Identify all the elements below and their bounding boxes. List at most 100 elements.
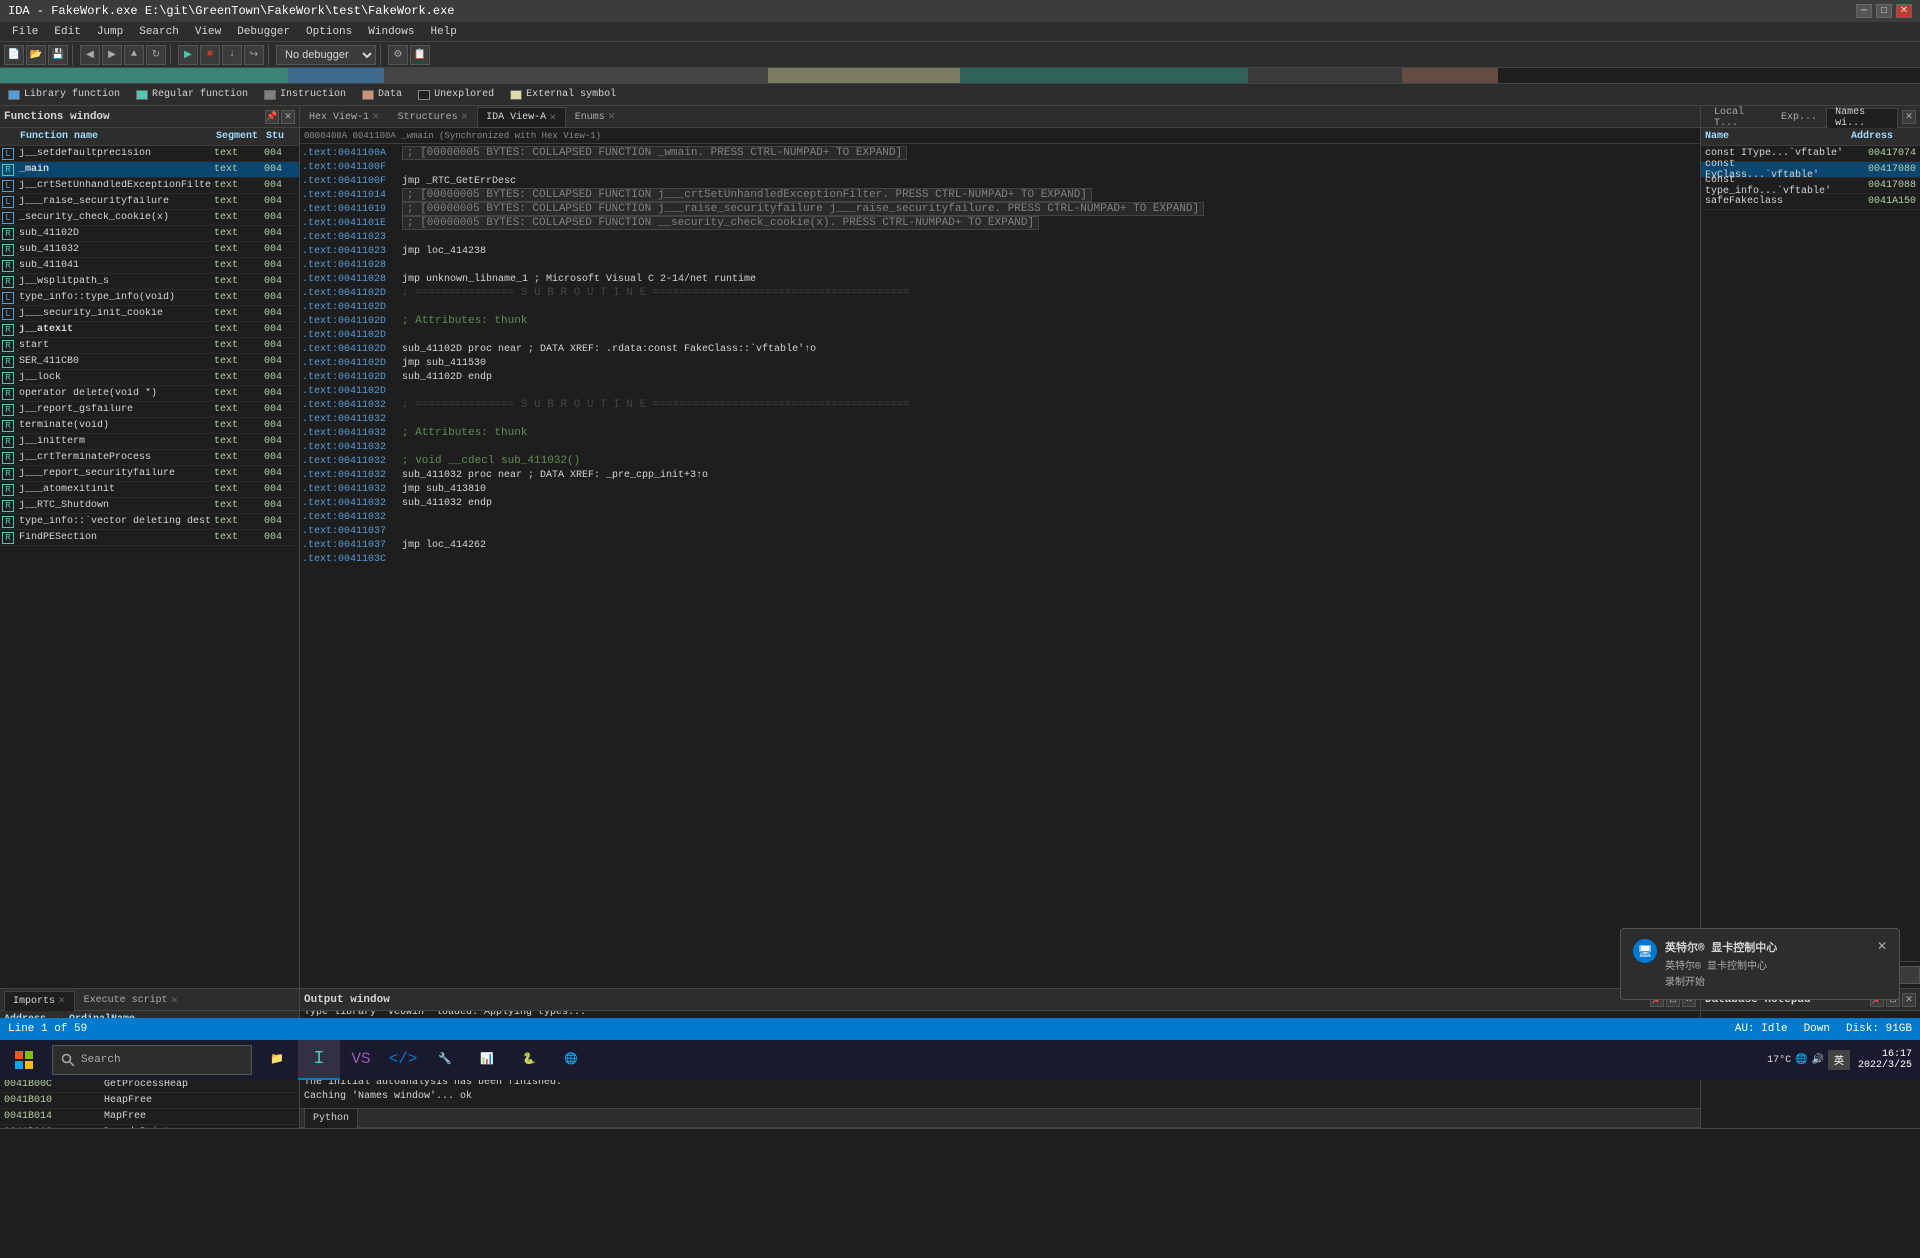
code-collapsed-3[interactable]: ; [00000005 BYTES: COLLAPSED FUNCTION j_…: [402, 188, 1092, 202]
function-row-8[interactable]: R j__wsplitpath_s text 004: [0, 274, 299, 290]
code-line-26[interactable]: .text:00411032: [302, 510, 1698, 524]
tab-ida-view[interactable]: IDA View-A ✕: [477, 107, 566, 127]
function-row-16[interactable]: R j__report_gsfailure text 004: [0, 402, 299, 418]
code-line-4[interactable]: .text:00411019; [00000005 BYTES: COLLAPS…: [302, 202, 1698, 216]
tab-enums-close[interactable]: ✕: [608, 112, 616, 122]
code-line-27[interactable]: .text:00411037: [302, 524, 1698, 538]
code-line-21[interactable]: .text:00411032: [302, 440, 1698, 454]
function-row-12[interactable]: R start text 004: [0, 338, 299, 354]
tab-structures-close[interactable]: ✕: [461, 112, 469, 122]
function-row-3[interactable]: L j___raise_securityfailure text 004: [0, 194, 299, 210]
code-line-22[interactable]: .text:00411032; void __cdecl sub_411032(…: [302, 454, 1698, 468]
code-line-15[interactable]: .text:0041102D jmp sub_411530: [302, 356, 1698, 370]
function-row-17[interactable]: R terminate(void) text 004: [0, 418, 299, 434]
minimize-button[interactable]: ─: [1856, 4, 1872, 18]
legend-external-symbol[interactable]: External symbol: [510, 89, 616, 100]
code-line-8[interactable]: .text:00411028: [302, 258, 1698, 272]
code-line-11[interactable]: .text:0041102D: [302, 300, 1698, 314]
function-row-23[interactable]: R type_info::`vector deleting destructor…: [0, 514, 299, 530]
function-row-24[interactable]: R FindPESection text 004: [0, 530, 299, 546]
function-row-6[interactable]: R sub_411032 text 004: [0, 242, 299, 258]
taskbar-lang-indicator[interactable]: 英: [1828, 1050, 1850, 1070]
code-line-5[interactable]: .text:0041101E; [00000005 BYTES: COLLAPS…: [302, 216, 1698, 230]
tab-exports[interactable]: Exp...: [1772, 108, 1826, 128]
code-line-12[interactable]: .text:0041102D; Attributes: thunk: [302, 314, 1698, 328]
functions-close[interactable]: ✕: [281, 110, 295, 124]
function-row-13[interactable]: R SER_411CB0 text 004: [0, 354, 299, 370]
code-line-10[interactable]: .text:0041102D; =============== S U B R …: [302, 286, 1698, 300]
function-row-19[interactable]: R j__crtTerminateProcess text 004: [0, 450, 299, 466]
legend-data[interactable]: Data: [362, 89, 402, 100]
tab-hex-close[interactable]: ✕: [372, 112, 380, 122]
functions-pin[interactable]: 📌: [265, 110, 279, 124]
taskbar-search[interactable]: Search: [52, 1045, 252, 1075]
tb-back[interactable]: ◀: [80, 45, 100, 65]
function-row-7[interactable]: R sub_411041 text 004: [0, 258, 299, 274]
tb-step[interactable]: ↓: [222, 45, 242, 65]
code-line-23[interactable]: .text:00411032sub_411032 proc near ; DAT…: [302, 468, 1698, 482]
menu-edit[interactable]: Edit: [46, 24, 88, 40]
code-line-16[interactable]: .text:0041102Dsub_41102D endp: [302, 370, 1698, 384]
code-collapsed-4[interactable]: ; [00000005 BYTES: COLLAPSED FUNCTION j_…: [402, 202, 1204, 216]
import-row-6[interactable]: 0041B018 DecodePointer: [0, 1125, 299, 1128]
tb-refresh[interactable]: ↻: [146, 45, 166, 65]
function-row-4[interactable]: L _security_check_cookie(x) text 004: [0, 210, 299, 226]
taskbar-app6[interactable]: 📊: [466, 1040, 508, 1080]
legend-reg-function[interactable]: Regular function: [136, 89, 248, 100]
code-line-28[interactable]: .text:00411037 jmp loc_414262: [302, 538, 1698, 552]
menu-view[interactable]: View: [187, 24, 229, 40]
notif-close-button[interactable]: ✕: [1877, 939, 1887, 954]
code-line-14[interactable]: .text:0041102Dsub_41102D proc near ; DAT…: [302, 342, 1698, 356]
tb-up[interactable]: ▲: [124, 45, 144, 65]
tab-local-types[interactable]: Local T...: [1705, 108, 1772, 128]
tb-misc2[interactable]: 📋: [410, 45, 430, 65]
function-row-22[interactable]: R j__RTC_Shutdown text 004: [0, 498, 299, 514]
import-row-4[interactable]: 0041B010 HeapFree: [0, 1093, 299, 1109]
code-line-24[interactable]: .text:00411032 jmp sub_413810: [302, 482, 1698, 496]
code-line-7[interactable]: .text:00411023 jmp loc_414238: [302, 244, 1698, 258]
function-row-1[interactable]: R _main text 004: [0, 162, 299, 178]
import-row-5[interactable]: 0041B014 MapFree: [0, 1109, 299, 1125]
legend-unexplored[interactable]: Unexplored: [418, 89, 494, 100]
tab-execute-script[interactable]: Execute script ✕: [75, 991, 188, 1011]
taskbar-ida-app[interactable]: I: [298, 1040, 340, 1080]
function-row-14[interactable]: R j__lock text 004: [0, 370, 299, 386]
legend-instruction[interactable]: Instruction: [264, 89, 346, 100]
function-row-9[interactable]: L type_info::type_info(void) text 004: [0, 290, 299, 306]
db-notepad-close[interactable]: ✕: [1902, 993, 1916, 1007]
tab-enums[interactable]: Enums ✕: [566, 107, 625, 127]
function-row-5[interactable]: R sub_41102D text 004: [0, 226, 299, 242]
taskbar-app5[interactable]: 🔧: [424, 1040, 466, 1080]
taskbar-app8[interactable]: 🌐: [550, 1040, 592, 1080]
code-collapsed-5[interactable]: ; [00000005 BYTES: COLLAPSED FUNCTION __…: [402, 216, 1039, 230]
menu-jump[interactable]: Jump: [89, 24, 131, 40]
function-row-10[interactable]: L j___security_init_cookie text 004: [0, 306, 299, 322]
tb-misc1[interactable]: ⚙: [388, 45, 408, 65]
code-line-25[interactable]: .text:00411032sub_411032 endp: [302, 496, 1698, 510]
taskbar-app7[interactable]: 🐍: [508, 1040, 550, 1080]
code-line-0[interactable]: .text:0041100A; [00000005 BYTES: COLLAPS…: [302, 146, 1698, 160]
tb-stop[interactable]: ■: [200, 45, 220, 65]
function-row-18[interactable]: R j__initterm text 004: [0, 434, 299, 450]
code-line-17[interactable]: .text:0041102D: [302, 384, 1698, 398]
code-line-9[interactable]: .text:00411028 jmp unknown_libname_1 ; M…: [302, 272, 1698, 286]
tab-execute-script-close[interactable]: ✕: [171, 996, 179, 1006]
tb-run[interactable]: ▶: [178, 45, 198, 65]
code-area[interactable]: .text:0041100A; [00000005 BYTES: COLLAPS…: [300, 144, 1700, 988]
code-line-29[interactable]: .text:0041103C: [302, 552, 1698, 566]
code-collapsed-0[interactable]: ; [00000005 BYTES: COLLAPSED FUNCTION _w…: [402, 146, 907, 160]
tab-ida-close[interactable]: ✕: [549, 113, 557, 123]
function-row-0[interactable]: L j__setdefaultprecision text 004: [0, 146, 299, 162]
menu-windows[interactable]: Windows: [360, 24, 422, 40]
menu-help[interactable]: Help: [422, 24, 464, 40]
tab-imports-close[interactable]: ✕: [58, 996, 66, 1006]
tab-imports[interactable]: Imports ✕: [4, 991, 75, 1011]
menu-options[interactable]: Options: [298, 24, 360, 40]
code-line-20[interactable]: .text:00411032; Attributes: thunk: [302, 426, 1698, 440]
taskbar-visual-studio[interactable]: VS: [340, 1040, 382, 1080]
code-line-6[interactable]: .text:00411023: [302, 230, 1698, 244]
close-button[interactable]: ✕: [1896, 4, 1912, 18]
menu-file[interactable]: File: [4, 24, 46, 40]
function-row-21[interactable]: R j___atomexitinit text 004: [0, 482, 299, 498]
tab-structures[interactable]: Structures ✕: [389, 107, 478, 127]
